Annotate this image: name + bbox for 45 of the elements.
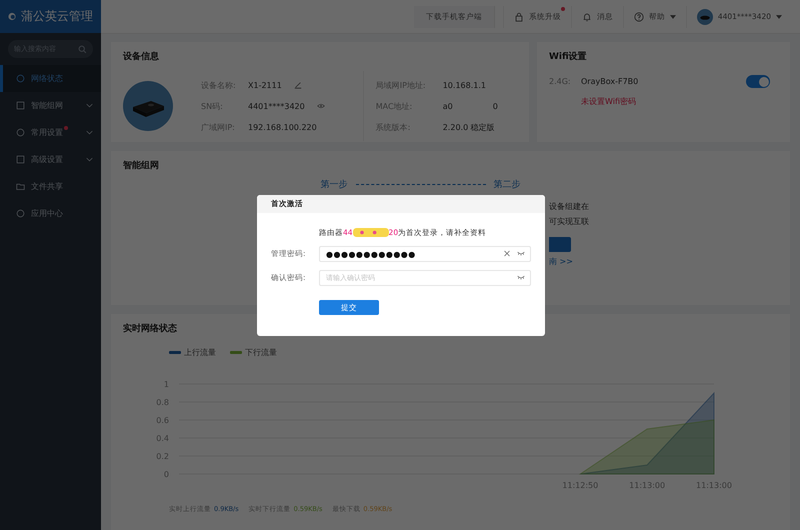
eye-icon[interactable] [316, 102, 325, 110]
edit-icon[interactable] [294, 81, 302, 89]
field-value: a0 [442, 102, 453, 110]
clear-icon[interactable] [503, 250, 511, 257]
folder-icon [16, 182, 25, 191]
circle-icon [16, 74, 25, 83]
logo-text: 蒲公英云管理 [21, 8, 93, 25]
start-button[interactable] [549, 237, 571, 252]
field-value: 2.20.0 稳定版 [442, 122, 495, 132]
eye-closed-icon[interactable] [517, 250, 525, 257]
avatar-icon[interactable] [696, 8, 713, 24]
field-value: 0 [492, 102, 498, 110]
caret-icon [670, 14, 676, 18]
field-value: 192.168.100.220 [248, 122, 317, 132]
nav-item[interactable]: 网络状态 [0, 65, 101, 92]
password-field[interactable]: ●●●●●●●●●●●● [319, 246, 531, 262]
card-title: 设备信息 [123, 50, 160, 63]
legend-label: 上行流量 [184, 347, 216, 358]
legend-label: 下行流量 [245, 347, 277, 358]
router-icon [123, 81, 173, 131]
help-icon [634, 12, 644, 22]
step-label: 第一步 [320, 178, 348, 191]
description-text: 设备组建在 [549, 201, 589, 212]
field-value: X1-2111 [248, 80, 282, 90]
lock-icon [514, 12, 524, 22]
bell-icon [582, 12, 592, 22]
search-icon [78, 44, 87, 54]
caret-icon [776, 14, 782, 18]
field-value: 10.168.1.1 [442, 80, 486, 90]
card-title: 智能组网 [123, 160, 160, 172]
circle-icon [16, 209, 25, 218]
censor-mark [352, 227, 389, 238]
square-icon [16, 101, 25, 110]
step-label: 第二步 [494, 178, 520, 191]
circle-icon [16, 128, 25, 137]
field-value: 4401****3420 [248, 102, 305, 110]
square-icon [16, 155, 25, 164]
wifi-name: OrayBox-F7B0 [581, 77, 640, 86]
card-title: 实时网络状态 [123, 322, 178, 335]
guide-link[interactable]: 南 >> [549, 256, 573, 267]
eye-closed-icon[interactable] [517, 274, 525, 281]
warning-text: 未设置Wifi密码 [581, 96, 637, 107]
wifi-toggle[interactable] [746, 75, 770, 88]
description-text: 可实现互联 [549, 216, 589, 227]
card-title: Wifi设置 [549, 50, 588, 63]
